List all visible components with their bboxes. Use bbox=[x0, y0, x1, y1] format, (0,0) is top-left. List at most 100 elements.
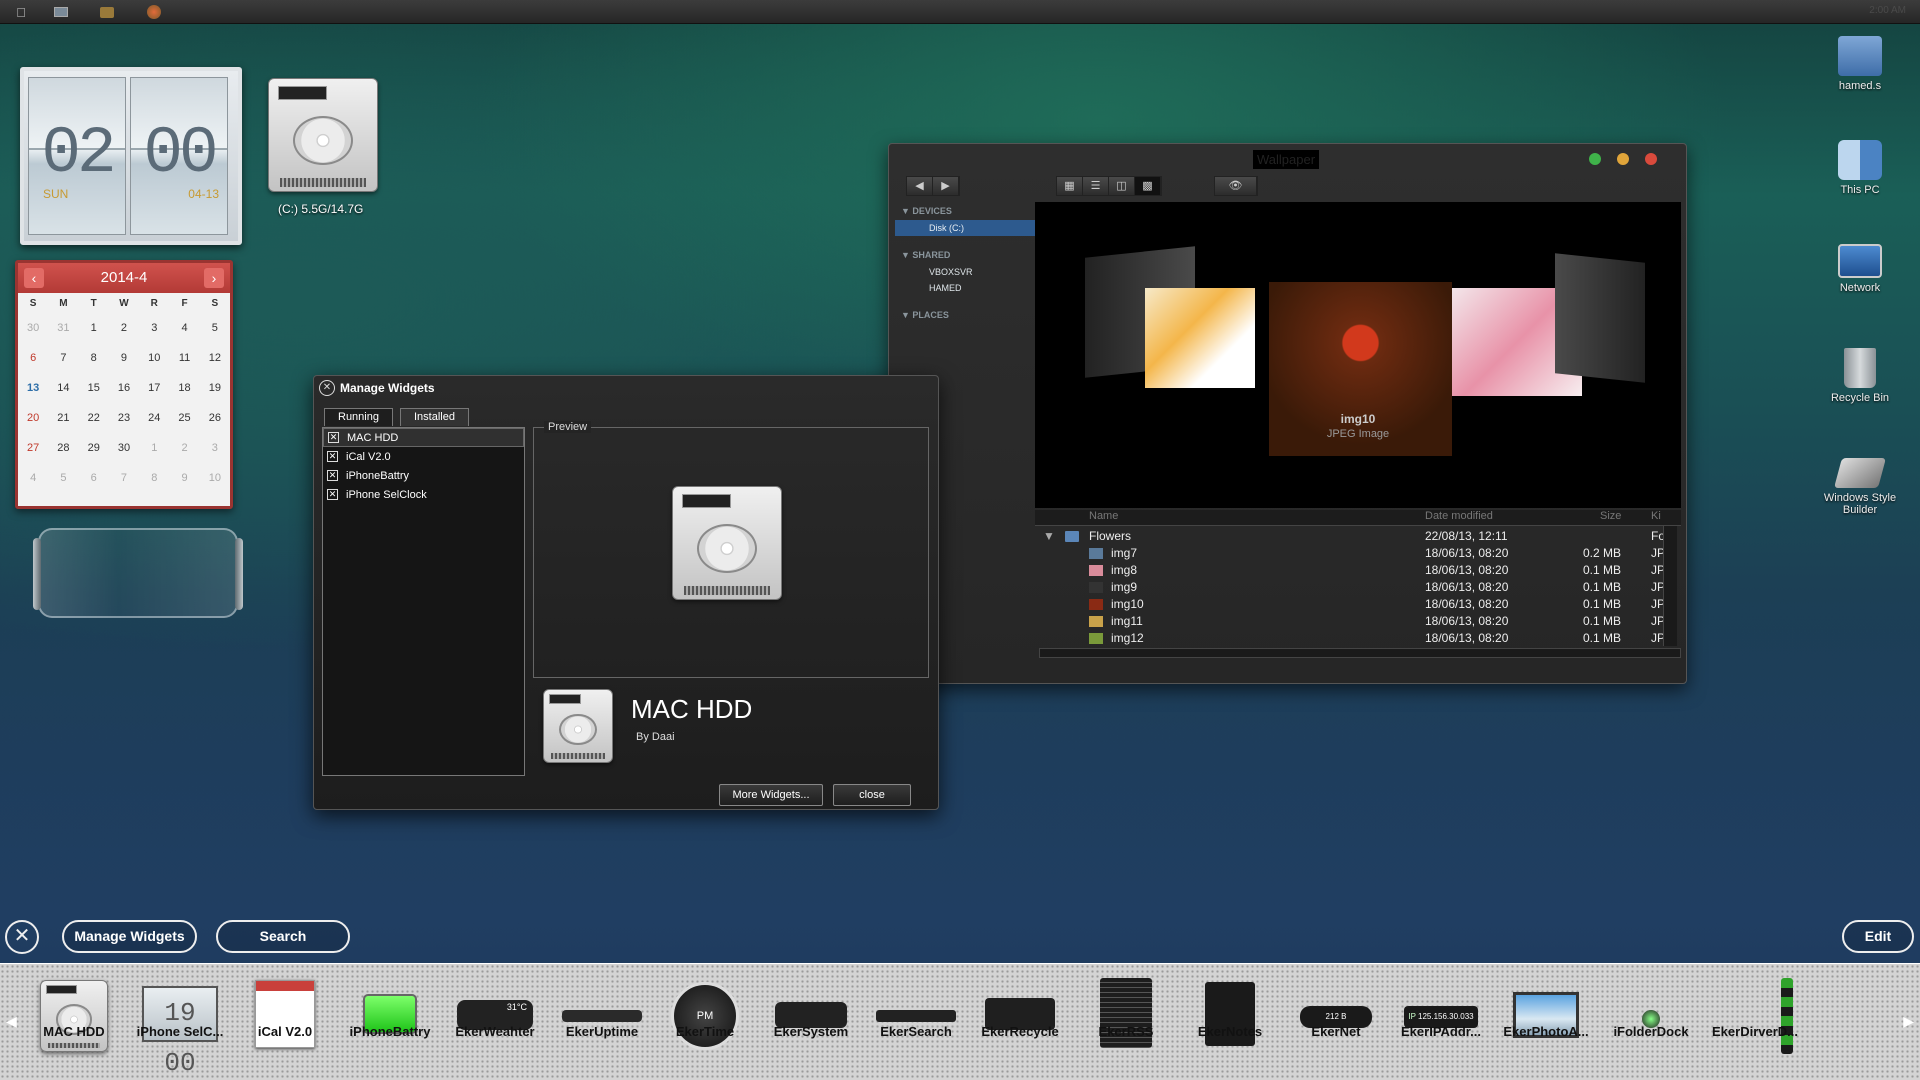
close-window-button[interactable] bbox=[1645, 153, 1657, 165]
file-row[interactable]: img11 18/06/13, 08:20 0.1 MB JPI bbox=[1035, 613, 1681, 630]
close-button[interactable]: close bbox=[833, 784, 911, 806]
col-size[interactable]: Size bbox=[1600, 510, 1621, 522]
column-view-icon[interactable]: ◫ bbox=[1109, 177, 1135, 195]
col-date[interactable]: Date modified bbox=[1425, 510, 1493, 522]
dock-label[interactable]: iFolderDock bbox=[1601, 1024, 1701, 1039]
desktop-icon-user-folder[interactable]: hamed.s bbox=[1820, 36, 1900, 92]
flip-clock-widget[interactable]: 02 SUN 00 04-13 bbox=[20, 67, 242, 245]
dock-label[interactable]: EkerTime bbox=[655, 1024, 755, 1039]
widget-list-item[interactable]: ✕ iCal V2.0 bbox=[323, 447, 524, 466]
file-row[interactable]: img7 18/06/13, 08:20 0.2 MB JPI bbox=[1035, 545, 1681, 562]
dock-label[interactable]: iPhoneBattry bbox=[340, 1024, 440, 1039]
dock-uptime-icon[interactable] bbox=[562, 1010, 642, 1022]
monitor-icon[interactable] bbox=[48, 2, 74, 22]
calendar-day[interactable]: 25 bbox=[169, 403, 199, 433]
calendar-day[interactable]: 27 bbox=[18, 433, 48, 463]
dock-label[interactable]: MAC HDD bbox=[24, 1024, 124, 1039]
dock-label[interactable]: EkerIPAddr... bbox=[1391, 1024, 1491, 1039]
calendar-day[interactable]: 3 bbox=[139, 313, 169, 343]
calendar-day[interactable]: 18 bbox=[169, 373, 199, 403]
dock-scroll-left-icon[interactable]: ◀ bbox=[6, 1013, 17, 1030]
dock-label[interactable]: EkerUptime bbox=[552, 1024, 652, 1039]
quicklook-button[interactable]: 👁 bbox=[1214, 176, 1258, 196]
calendar-day[interactable]: 14 bbox=[48, 373, 78, 403]
sidebar-item-hamed[interactable]: HAMED bbox=[895, 280, 1039, 296]
disclosure-triangle-icon[interactable]: ▼ bbox=[1043, 529, 1055, 543]
calendar-day[interactable]: 23 bbox=[109, 403, 139, 433]
calendar-day[interactable]: 19 bbox=[200, 373, 230, 403]
calendar-day[interactable]: 5 bbox=[200, 313, 230, 343]
checkbox[interactable]: ✕ bbox=[327, 451, 338, 462]
desktop-icon-windows-style-builder[interactable]: Windows Style Builder bbox=[1820, 458, 1900, 516]
calendar-day[interactable]: 17 bbox=[139, 373, 169, 403]
dock-label[interactable]: iCal V2.0 bbox=[235, 1024, 335, 1039]
calendar-day[interactable]: 9 bbox=[109, 343, 139, 373]
search-button[interactable]: Search bbox=[216, 920, 350, 953]
checkbox[interactable]: ✕ bbox=[327, 470, 338, 481]
calendar-day[interactable]: 11 bbox=[169, 343, 199, 373]
dock-time-dial-icon[interactable]: PM bbox=[671, 982, 739, 1050]
calendar-day[interactable]: 4 bbox=[169, 313, 199, 343]
hdd-widget[interactable] bbox=[268, 78, 378, 192]
forward-icon[interactable]: ▶ bbox=[933, 177, 959, 195]
file-row[interactable]: img12 18/06/13, 08:20 0.1 MB JPI bbox=[1035, 630, 1681, 645]
calendar-day[interactable]: 10 bbox=[200, 463, 230, 493]
dock-label[interactable]: EkerNet bbox=[1286, 1024, 1386, 1039]
calendar-day[interactable]: 8 bbox=[139, 463, 169, 493]
calendar-day[interactable]: 29 bbox=[79, 433, 109, 463]
desktop-icon-network[interactable]: Network bbox=[1820, 244, 1900, 294]
calendar-day[interactable]: 9 bbox=[169, 463, 199, 493]
calendar-day[interactable]: 30 bbox=[109, 433, 139, 463]
sidebar-item-vboxsvr[interactable]: VBOXSVR bbox=[895, 264, 1039, 280]
dock-label[interactable]: EkerPhotoA... bbox=[1496, 1024, 1596, 1039]
widget-list-item[interactable]: ✕ iPhone SelClock bbox=[323, 485, 524, 504]
dock-label[interactable]: EkerSearch bbox=[866, 1024, 966, 1039]
dock-label[interactable]: EkerRecycle bbox=[970, 1024, 1070, 1039]
calendar-day[interactable]: 1 bbox=[79, 313, 109, 343]
col-kind[interactable]: Ki bbox=[1651, 510, 1661, 522]
calendar-day[interactable]: 10 bbox=[139, 343, 169, 373]
calendar-day-today[interactable]: 13 bbox=[18, 373, 48, 403]
prev-month-button[interactable]: ‹ bbox=[24, 268, 44, 288]
coverflow-view[interactable]: img10 JPEG Image bbox=[1035, 202, 1681, 508]
calendar-day[interactable]: 24 bbox=[139, 403, 169, 433]
dock-label[interactable]: EkerDirverD... bbox=[1705, 1024, 1805, 1039]
file-row[interactable]: img8 18/06/13, 08:20 0.1 MB JPI bbox=[1035, 562, 1681, 579]
calendar-day[interactable]: 31 bbox=[48, 313, 78, 343]
horizontal-scrollbar[interactable] bbox=[1039, 648, 1681, 658]
dock-label[interactable]: iPhone SelC... bbox=[130, 1024, 230, 1039]
calendar-day[interactable]: 2 bbox=[109, 313, 139, 343]
dock-driver-icon[interactable] bbox=[1781, 978, 1793, 1054]
calendar-day[interactable]: 7 bbox=[48, 343, 78, 373]
file-row[interactable]: img10 18/06/13, 08:20 0.1 MB JPI bbox=[1035, 596, 1681, 613]
apple-icon[interactable]:  bbox=[8, 2, 34, 22]
calendar-day[interactable]: 6 bbox=[79, 463, 109, 493]
battery-widget[interactable] bbox=[33, 528, 243, 618]
calendar-day[interactable]: 15 bbox=[79, 373, 109, 403]
folder-row[interactable]: ▼ Flowers 22/08/13, 12:11 Fo bbox=[1035, 528, 1681, 545]
dock-mac-hdd-icon[interactable] bbox=[40, 980, 108, 1052]
dock-label[interactable]: EkerRSS bbox=[1076, 1024, 1176, 1039]
calendar-day[interactable]: 30 bbox=[18, 313, 48, 343]
manage-widgets-button[interactable]: Manage Widgets bbox=[62, 920, 197, 953]
next-month-button[interactable]: › bbox=[204, 268, 224, 288]
calendar-day[interactable]: 3 bbox=[200, 433, 230, 463]
calendar-day[interactable]: 26 bbox=[200, 403, 230, 433]
widget-list-item[interactable]: ✕ iPhoneBattry bbox=[323, 466, 524, 485]
more-widgets-button[interactable]: More Widgets... bbox=[719, 784, 823, 806]
icon-view-icon[interactable]: ▦ bbox=[1057, 177, 1083, 195]
edit-button[interactable]: Edit bbox=[1842, 920, 1914, 953]
desktop-icon-this-pc[interactable]: This PC bbox=[1820, 140, 1900, 196]
tab-running[interactable]: Running bbox=[324, 408, 393, 426]
dock-label[interactable]: EkerNotes bbox=[1180, 1024, 1280, 1039]
desktop-icon-recycle-bin[interactable]: Recycle Bin bbox=[1820, 348, 1900, 404]
widget-list-item[interactable]: ✕ MAC HDD bbox=[323, 428, 524, 447]
col-name[interactable]: Name bbox=[1089, 510, 1118, 522]
calendar-day[interactable]: 21 bbox=[48, 403, 78, 433]
calendar-day[interactable]: 22 bbox=[79, 403, 109, 433]
minimize-button[interactable] bbox=[1617, 153, 1629, 165]
dock-label[interactable]: EkerWeahter bbox=[445, 1024, 545, 1039]
calendar-day[interactable]: 5 bbox=[48, 463, 78, 493]
calendar-day[interactable]: 28 bbox=[48, 433, 78, 463]
calendar-day[interactable]: 1 bbox=[139, 433, 169, 463]
